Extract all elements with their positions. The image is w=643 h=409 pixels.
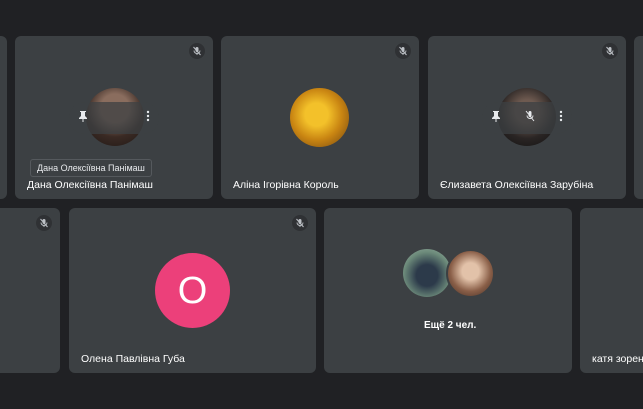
tile-hover-controls (69, 102, 159, 134)
participant-tile-dana[interactable]: Дана Олексіївна Панімаш Дана Олексіївна … (15, 36, 213, 199)
participant-name: катя зорень (592, 353, 643, 365)
participant-tile-partial-left-top[interactable] (0, 36, 7, 199)
more-vert-icon[interactable] (559, 109, 563, 127)
mic-off-icon (189, 43, 205, 59)
participant-name: Єлизавета Олексіївна Зарубіна (440, 179, 594, 191)
participant-tile-katya[interactable]: катя зорень (580, 208, 643, 373)
overflow-participants-tile[interactable]: Ещё 2 чел. (324, 208, 572, 373)
mic-off-icon (292, 215, 308, 231)
avatar (446, 249, 495, 298)
mic-off-icon (36, 215, 52, 231)
participant-name: Олена Павлівна Губа (81, 353, 185, 365)
name-tooltip: Дана Олексіївна Панімаш (30, 159, 152, 177)
avatar (290, 88, 349, 147)
participant-tile-olena[interactable]: О Олена Павлівна Губа (69, 208, 316, 373)
participant-tile-yelyzaveta[interactable]: Єлизавета Олексіївна Зарубіна (428, 36, 626, 199)
avatar-initial: О (177, 269, 208, 312)
participant-name: Аліна Ігорівна Король (233, 179, 339, 191)
mic-off-icon (395, 43, 411, 59)
mic-off-icon[interactable] (525, 109, 535, 127)
avatar (403, 249, 451, 297)
tile-hover-controls (482, 102, 572, 134)
pin-icon[interactable] (491, 109, 501, 127)
participant-tile-partial-right-top[interactable] (634, 36, 643, 199)
mic-off-icon (602, 43, 618, 59)
participant-tile-alina[interactable]: Аліна Ігорівна Король (221, 36, 419, 199)
pin-icon[interactable] (78, 109, 88, 127)
overflow-label: Ещё 2 чел. (424, 320, 477, 331)
more-vert-icon[interactable] (146, 109, 150, 127)
participant-name: Дана Олексіївна Панімаш (27, 179, 153, 191)
participant-tile-partial-left-bottom[interactable] (0, 208, 60, 373)
avatar: О (155, 253, 230, 328)
